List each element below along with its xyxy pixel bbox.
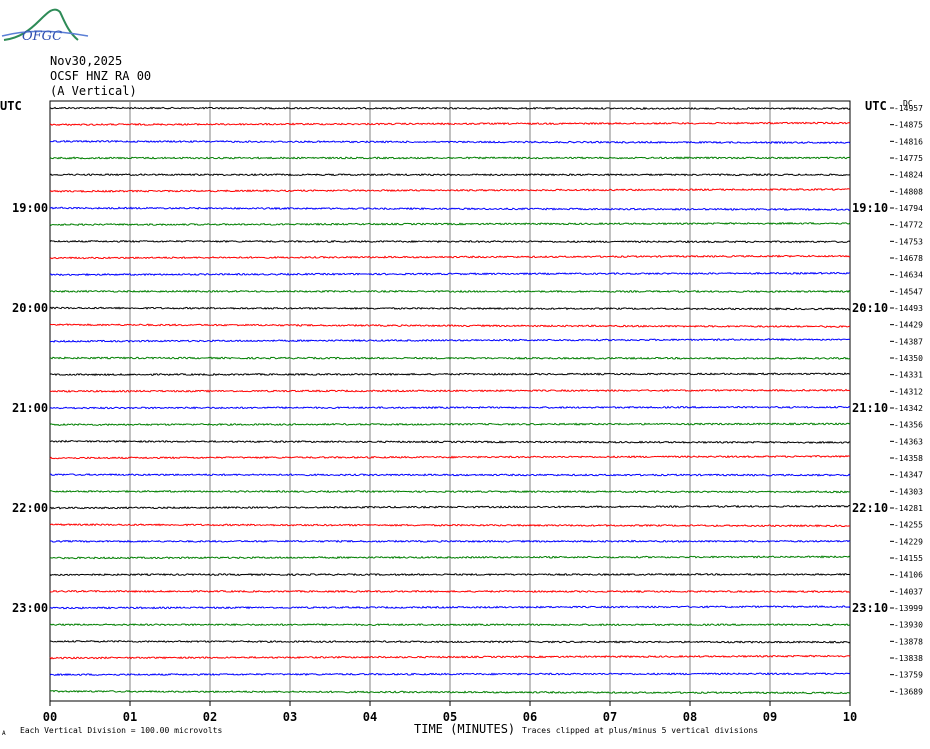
dc-offset-label-18: -14312 bbox=[894, 387, 923, 396]
dc-offset-label-36: -13689 bbox=[894, 687, 923, 696]
x-axis-ticks: 00 01 02 03 04 05 06 07 08 09 10 bbox=[43, 701, 857, 724]
dc-offset-label-17: -14331 bbox=[894, 371, 923, 380]
x-tick-label-10: 10 bbox=[843, 710, 857, 724]
x-tick-label-09: 09 bbox=[763, 710, 777, 724]
plot-date: Nov30,2025 bbox=[50, 54, 122, 68]
dc-offset-label-20: -14356 bbox=[894, 421, 923, 430]
dc-offset-label-35: -13759 bbox=[894, 671, 923, 680]
dc-offset-label-30: -14037 bbox=[894, 587, 923, 596]
dc-offset-label-26: -14255 bbox=[894, 521, 923, 530]
dc-offset-label-14: -14429 bbox=[894, 321, 923, 330]
helicorder-chart: OFGC Nov30,2025 OCSF HNZ RA 00 (A Vertic… bbox=[0, 8, 923, 737]
dc-offset-label-12: -14547 bbox=[894, 287, 923, 296]
dc-offset-label-6: -14808 bbox=[894, 187, 923, 196]
dc-offset-label-8: -14772 bbox=[894, 221, 923, 230]
dc-offset-label-32: -13930 bbox=[894, 621, 923, 630]
dc-offset-label-27: -14229 bbox=[894, 537, 923, 546]
right-time-labels: 19:10 20:10 21:10 22:10 23:10 bbox=[852, 201, 888, 615]
helicorder-page: OFGC Nov30,2025 OCSF HNZ RA 00 (A Vertic… bbox=[0, 0, 930, 744]
footer-mark: A bbox=[2, 730, 6, 737]
x-tick-label-07: 07 bbox=[603, 710, 617, 724]
right-time-label-2: 20:10 bbox=[852, 301, 888, 315]
station-code: OCSF HNZ RA 00 bbox=[50, 69, 151, 83]
dc-offset-label-24: -14303 bbox=[894, 487, 923, 496]
logo-text: OFGC bbox=[22, 29, 62, 44]
dc-offset-label-13: -14493 bbox=[894, 304, 923, 313]
component-label: (A Vertical) bbox=[50, 84, 137, 98]
dc-offset-label-23: -14347 bbox=[894, 471, 923, 480]
dc-offset-label-22: -14358 bbox=[894, 454, 923, 463]
dc-offset-label-19: -14342 bbox=[894, 404, 923, 413]
dc-offset-label-21: -14363 bbox=[894, 437, 923, 446]
dc-offset-label-3: -14816 bbox=[894, 137, 923, 146]
dc-offset-label-28: -14155 bbox=[894, 554, 923, 563]
x-tick-label-00: 00 bbox=[43, 710, 57, 724]
dc-offset-label-34: -13838 bbox=[894, 654, 923, 663]
left-time-label-2: 20:00 bbox=[12, 301, 48, 315]
right-time-label-4: 22:10 bbox=[852, 501, 888, 515]
x-axis-label: TIME (MINUTES) bbox=[414, 722, 515, 736]
x-tick-label-01: 01 bbox=[123, 710, 137, 724]
dc-offset-label-16: -14350 bbox=[894, 354, 923, 363]
clipping-note: Traces clipped at plus/minus 5 vertical … bbox=[522, 726, 758, 735]
vertical-division-note: Each Vertical Division = 100.00 microvol… bbox=[20, 726, 222, 735]
utc-label-left: UTC bbox=[0, 99, 22, 113]
dc-offset-label-7: -14794 bbox=[894, 204, 923, 213]
dc-offset-label-1: -14957 bbox=[894, 104, 923, 113]
dc-offset-labels: -14957 -14875 -14816 -14775 -14824 -14808 -147… bbox=[890, 104, 923, 696]
right-time-label-3: 21:10 bbox=[852, 401, 888, 415]
left-time-label-3: 21:00 bbox=[12, 401, 48, 415]
x-tick-label-03: 03 bbox=[283, 710, 297, 724]
x-tick-label-06: 06 bbox=[523, 710, 537, 724]
dc-offset-label-31: -13999 bbox=[894, 604, 923, 613]
dc-offset-label-4: -14775 bbox=[894, 154, 923, 163]
right-time-label-1: 19:10 bbox=[852, 201, 888, 215]
dc-offset-label-15: -14387 bbox=[894, 337, 923, 346]
ofgc-logo: OFGC bbox=[1, 8, 89, 44]
dc-offset-label-2: -14875 bbox=[894, 121, 923, 130]
dc-offset-label-33: -13878 bbox=[894, 637, 923, 646]
x-tick-label-02: 02 bbox=[203, 710, 217, 724]
left-time-labels: 19:00 20:00 21:00 22:00 23:00 bbox=[12, 201, 48, 615]
dc-offset-label-11: -14634 bbox=[894, 271, 923, 280]
x-tick-label-04: 04 bbox=[363, 710, 377, 724]
left-time-label-1: 19:00 bbox=[12, 201, 48, 215]
left-time-label-5: 23:00 bbox=[12, 601, 48, 615]
dc-offset-label-25: -14281 bbox=[894, 504, 923, 513]
utc-label-right: UTC bbox=[865, 99, 887, 113]
right-time-label-5: 23:10 bbox=[852, 601, 888, 615]
left-time-label-4: 22:00 bbox=[12, 501, 48, 515]
dc-offset-label-9: -14753 bbox=[894, 237, 923, 246]
dc-offset-label-29: -14106 bbox=[894, 571, 923, 580]
dc-offset-label-5: -14824 bbox=[894, 171, 923, 180]
x-tick-label-08: 08 bbox=[683, 710, 697, 724]
dc-offset-label-10: -14678 bbox=[894, 254, 923, 263]
